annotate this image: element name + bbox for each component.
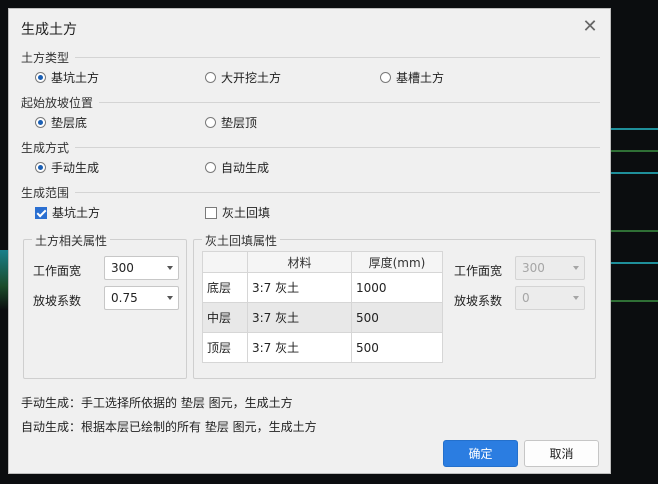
- radio-cushion-bottom[interactable]: 垫层底: [35, 114, 87, 131]
- section-generation-scope: 生成范围: [21, 184, 600, 201]
- chevron-down-icon: [167, 296, 173, 300]
- material-cell[interactable]: 3:7 灰土: [247, 332, 352, 363]
- column-header: [202, 251, 248, 273]
- manual-generate-note: 手动生成：手工选择所依据的 垫层 图元，生成土方: [21, 396, 293, 410]
- auto-generate-note: 自动生成：根据本层已绘制的所有 垫层 图元，生成土方: [21, 420, 317, 434]
- backfill-slope-label: 放坡系数: [454, 294, 503, 308]
- radio-button[interactable]: [35, 162, 46, 173]
- radio-label: 基槽土方: [396, 71, 445, 85]
- backfill-work-width-label: 工作面宽: [454, 264, 503, 278]
- table-row[interactable]: 底层 3:7 灰土 1000: [202, 272, 443, 303]
- backfill-slope-select[interactable]: 0: [515, 286, 585, 310]
- slope-coefficient-label: 放坡系数: [33, 294, 82, 308]
- section-label: 生成方式: [21, 139, 76, 156]
- layer-cell: 中层: [202, 302, 248, 333]
- backfill-slope-value: 0: [522, 291, 530, 305]
- close-icon[interactable]: ✕: [580, 17, 600, 37]
- table-row[interactable]: 中层 3:7 灰土 500: [202, 302, 443, 333]
- earthwork-props-group: 土方相关属性 工作面宽 300 放坡系数 0.75: [23, 232, 187, 379]
- radio-button[interactable]: [380, 72, 391, 83]
- group-title: 土方相关属性: [32, 232, 111, 249]
- radio-label: 手动生成: [51, 161, 100, 175]
- slope-coefficient-select[interactable]: 0.75: [104, 286, 179, 310]
- backfill-props-group: 灰土回填属性 材料 厚度(mm) 底层 3:7 灰土 1000 中层 3:7 灰…: [193, 232, 596, 379]
- thickness-cell[interactable]: 500: [351, 332, 443, 363]
- section-start-position: 起始放坡位置: [21, 94, 600, 111]
- checkbox-label: 灰土回填: [222, 206, 271, 220]
- section-generation-mode: 生成方式: [21, 139, 600, 156]
- cancel-button[interactable]: 取消: [524, 440, 599, 467]
- radio-large-excavation[interactable]: 大开挖土方: [205, 69, 281, 86]
- checkbox[interactable]: [35, 206, 47, 219]
- backfill-work-width-value: 300: [522, 261, 545, 275]
- radio-label: 垫层顶: [221, 116, 258, 130]
- layer-cell: 顶层: [202, 332, 248, 363]
- chevron-down-icon: [167, 266, 173, 270]
- table-header-row: 材料 厚度(mm): [202, 251, 443, 273]
- radio-label: 自动生成: [221, 161, 270, 175]
- generate-earthwork-dialog: 生成土方 ✕ 土方类型 基坑土方 大开挖土方 基槽土方 起始放坡位置 垫层底 垫…: [8, 8, 611, 474]
- radio-trench-earthwork[interactable]: 基槽土方: [380, 69, 444, 86]
- ok-button[interactable]: 确定: [443, 440, 518, 467]
- slope-coefficient-value: 0.75: [111, 291, 138, 305]
- checkbox-pit-earthwork[interactable]: 基坑土方: [35, 204, 100, 221]
- radio-cushion-top[interactable]: 垫层顶: [205, 114, 257, 131]
- radio-pit-earthwork[interactable]: 基坑土方: [35, 69, 99, 86]
- group-title: 灰土回填属性: [202, 232, 281, 249]
- radio-button[interactable]: [35, 72, 46, 83]
- radio-button[interactable]: [205, 162, 216, 173]
- radio-label: 垫层底: [51, 116, 88, 130]
- radio-button[interactable]: [205, 72, 216, 83]
- section-earthwork-type: 土方类型: [21, 49, 600, 66]
- radio-label: 大开挖土方: [221, 71, 282, 85]
- layer-cell: 底层: [202, 272, 248, 303]
- backfill-work-width-select[interactable]: 300: [515, 256, 585, 280]
- material-cell[interactable]: 3:7 灰土: [247, 302, 352, 333]
- column-header: 材料: [247, 251, 352, 273]
- checkbox[interactable]: [205, 206, 217, 219]
- chevron-down-icon: [573, 296, 579, 300]
- material-cell[interactable]: 3:7 灰土: [247, 272, 352, 303]
- radio-button[interactable]: [205, 117, 216, 128]
- thickness-cell[interactable]: 500: [351, 302, 443, 333]
- radio-auto-generate[interactable]: 自动生成: [205, 159, 269, 176]
- work-width-value: 300: [111, 261, 134, 275]
- work-width-label: 工作面宽: [33, 264, 82, 278]
- checkbox-lime-backfill[interactable]: 灰土回填: [205, 204, 270, 221]
- column-header: 厚度(mm): [351, 251, 443, 273]
- section-label: 起始放坡位置: [21, 94, 100, 111]
- table-row[interactable]: 顶层 3:7 灰土 500: [202, 332, 443, 363]
- thickness-cell[interactable]: 1000: [351, 272, 443, 303]
- section-label: 土方类型: [21, 49, 76, 66]
- backfill-layer-table: 材料 厚度(mm) 底层 3:7 灰土 1000 中层 3:7 灰土 500 顶…: [202, 251, 443, 363]
- checkbox-label: 基坑土方: [52, 206, 101, 220]
- radio-manual-generate[interactable]: 手动生成: [35, 159, 99, 176]
- radio-button[interactable]: [35, 117, 46, 128]
- chevron-down-icon: [573, 266, 579, 270]
- work-width-select[interactable]: 300: [104, 256, 179, 280]
- radio-label: 基坑土方: [51, 71, 100, 85]
- dialog-title: 生成土方: [21, 22, 77, 38]
- section-label: 生成范围: [21, 184, 76, 201]
